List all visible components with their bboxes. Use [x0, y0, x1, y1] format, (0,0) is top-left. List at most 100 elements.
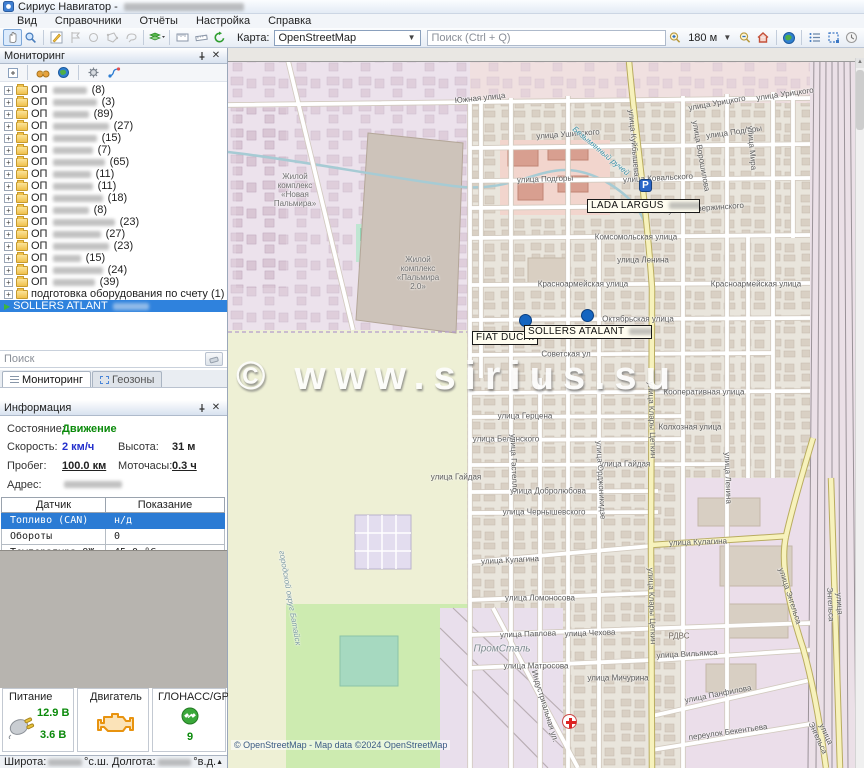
- expander-icon[interactable]: +: [4, 134, 13, 143]
- tree-group-label: ОП (24): [31, 264, 127, 276]
- street-label: улица Чернышевского: [503, 508, 586, 517]
- expander-icon[interactable]: +: [4, 86, 13, 95]
- gps-satellite-count: 9: [187, 731, 193, 743]
- tree-search-row[interactable]: Поиск: [0, 350, 227, 368]
- menu-item-2[interactable]: Отчёты: [131, 15, 187, 27]
- expander-icon[interactable]: +: [4, 182, 13, 191]
- map-canvas[interactable]: [228, 48, 864, 768]
- menu-item-3[interactable]: Настройка: [187, 15, 259, 27]
- street-label: улица Герцена: [498, 412, 553, 421]
- route-icon[interactable]: [105, 64, 124, 81]
- vehicle-marker-dot[interactable]: [581, 309, 594, 322]
- expander-icon[interactable]: +: [4, 242, 13, 251]
- select-region-button[interactable]: [824, 29, 843, 46]
- binoculars-icon[interactable]: [33, 64, 52, 81]
- zoom-in-button[interactable]: [666, 29, 685, 46]
- globe-button[interactable]: [780, 29, 799, 46]
- globe-icon[interactable]: [54, 64, 73, 81]
- tree-selected-vehicle-row[interactable]: ▶SOLLERS ATLANT: [0, 300, 227, 312]
- expander-icon[interactable]: +: [4, 122, 13, 131]
- sensor-col-header[interactable]: Датчик: [2, 498, 106, 513]
- expander-icon[interactable]: +: [4, 170, 13, 179]
- close-icon[interactable]: ✕: [209, 402, 223, 414]
- tab-monitoring[interactable]: Мониторинг: [2, 371, 91, 387]
- scrollbar-thumb[interactable]: [856, 70, 864, 130]
- tree-group-row[interactable]: +ОП (27): [0, 120, 227, 132]
- expander-icon[interactable]: +: [4, 110, 13, 119]
- vehicle-label[interactable]: LADA LARGUS: [587, 199, 700, 213]
- menu-item-0[interactable]: Вид: [8, 15, 46, 27]
- polygon-tool-button-disabled: [103, 29, 122, 46]
- expand-all-button[interactable]: [3, 64, 22, 81]
- folder-icon: [16, 230, 28, 239]
- tree-group-row[interactable]: + ОП (23): [0, 216, 227, 228]
- tree-group-row[interactable]: +ОП (11): [0, 180, 227, 192]
- expander-icon[interactable]: +: [4, 266, 13, 275]
- map-vertical-scrollbar[interactable]: ▲: [855, 58, 864, 768]
- tree-group-row[interactable]: + ОП (24): [0, 264, 227, 276]
- expander-icon[interactable]: +: [4, 206, 13, 215]
- tree-group-row[interactable]: +ОП (18): [0, 192, 227, 204]
- expander-icon[interactable]: +: [4, 218, 13, 227]
- vehicle-label[interactable]: SOLLERS ATALANT: [524, 325, 652, 339]
- gear-icon[interactable]: [84, 64, 103, 81]
- map-provider-select[interactable]: OpenStreetMap▼: [274, 30, 421, 46]
- tree-group-label: ОП (23): [31, 240, 133, 252]
- ruler-button[interactable]: [192, 29, 211, 46]
- tree-group-label: ОП (89): [31, 108, 113, 120]
- tree-group-row[interactable]: +ОП (65): [0, 156, 227, 168]
- home-button[interactable]: [754, 29, 773, 46]
- expander-icon[interactable]: +: [4, 254, 13, 263]
- tree-prep-row[interactable]: +подготовка оборудования по счету (1): [0, 288, 227, 300]
- pan-tool-button[interactable]: [3, 29, 22, 46]
- clear-search-icon[interactable]: [205, 352, 223, 366]
- statusbar-expand-icon[interactable]: ▲: [216, 759, 223, 766]
- list-button[interactable]: [805, 29, 824, 46]
- tree-group-row[interactable]: +ОП (8): [0, 204, 227, 216]
- tree-group-row[interactable]: + ОП (89): [0, 108, 227, 120]
- tree-group-row[interactable]: +ОП (15): [0, 132, 227, 144]
- menu-item-1[interactable]: Справочники: [46, 15, 131, 27]
- pin-icon[interactable]: [195, 50, 209, 62]
- tree-group-row[interactable]: +ОП (7): [0, 144, 227, 156]
- folder-icon: [16, 146, 28, 155]
- expander-icon[interactable]: +: [4, 230, 13, 239]
- street-label: Красноармейская улица: [711, 280, 801, 289]
- tree-group-row[interactable]: + ОП (23): [0, 240, 227, 252]
- zoom-tool-button[interactable]: [22, 29, 41, 46]
- close-icon[interactable]: ✕: [209, 50, 223, 62]
- edit-tool-button[interactable]: [47, 29, 66, 46]
- parking-icon[interactable]: P: [639, 179, 652, 192]
- pin-icon[interactable]: [195, 402, 209, 414]
- tab-geozones[interactable]: Геозоны: [92, 371, 162, 387]
- street-label: Октябрьская улица: [602, 315, 674, 324]
- map-area[interactable]: Южная улицаулица Урицкогоулица Урицкогоу…: [228, 48, 864, 768]
- sensor-row[interactable]: Топливо (CAN)н/д: [2, 513, 225, 529]
- zoom-out-button[interactable]: [735, 29, 754, 46]
- expander-icon[interactable]: +: [4, 158, 13, 167]
- zoom-scale-select[interactable]: 180 м▼: [684, 30, 735, 46]
- menu-item-4[interactable]: Справка: [259, 15, 320, 27]
- refresh-button[interactable]: [210, 29, 229, 46]
- tree-group-row[interactable]: +ОП (8): [0, 84, 227, 96]
- expander-icon[interactable]: +: [4, 290, 13, 299]
- layers-button[interactable]: [147, 29, 166, 46]
- expander-icon[interactable]: +: [4, 278, 13, 287]
- expander-icon[interactable]: +: [4, 146, 13, 155]
- tree-group-row[interactable]: +ОП (27): [0, 228, 227, 240]
- expander-icon[interactable]: +: [4, 194, 13, 203]
- search-input[interactable]: Поиск (Ctrl + Q): [427, 30, 666, 46]
- scroll-up-icon[interactable]: ▲: [856, 58, 864, 68]
- history-clock-button[interactable]: [842, 29, 861, 46]
- sensor-value-col-header[interactable]: Показание: [106, 498, 225, 513]
- measure-button[interactable]: [173, 29, 192, 46]
- tree-group-row[interactable]: +ОП (11): [0, 168, 227, 180]
- expander-icon[interactable]: +: [4, 98, 13, 107]
- mileage-value[interactable]: 100.0 км: [62, 460, 106, 472]
- tree-group-row[interactable]: +ОП (3): [0, 96, 227, 108]
- sensor-row[interactable]: Обороты0: [2, 529, 225, 545]
- hours-value[interactable]: 0.3 ч: [172, 460, 197, 472]
- tree-group-label: ОП (23): [31, 216, 139, 228]
- tree-group-row[interactable]: +ОП (39): [0, 276, 227, 288]
- tree-group-row[interactable]: +ОП (15): [0, 252, 227, 264]
